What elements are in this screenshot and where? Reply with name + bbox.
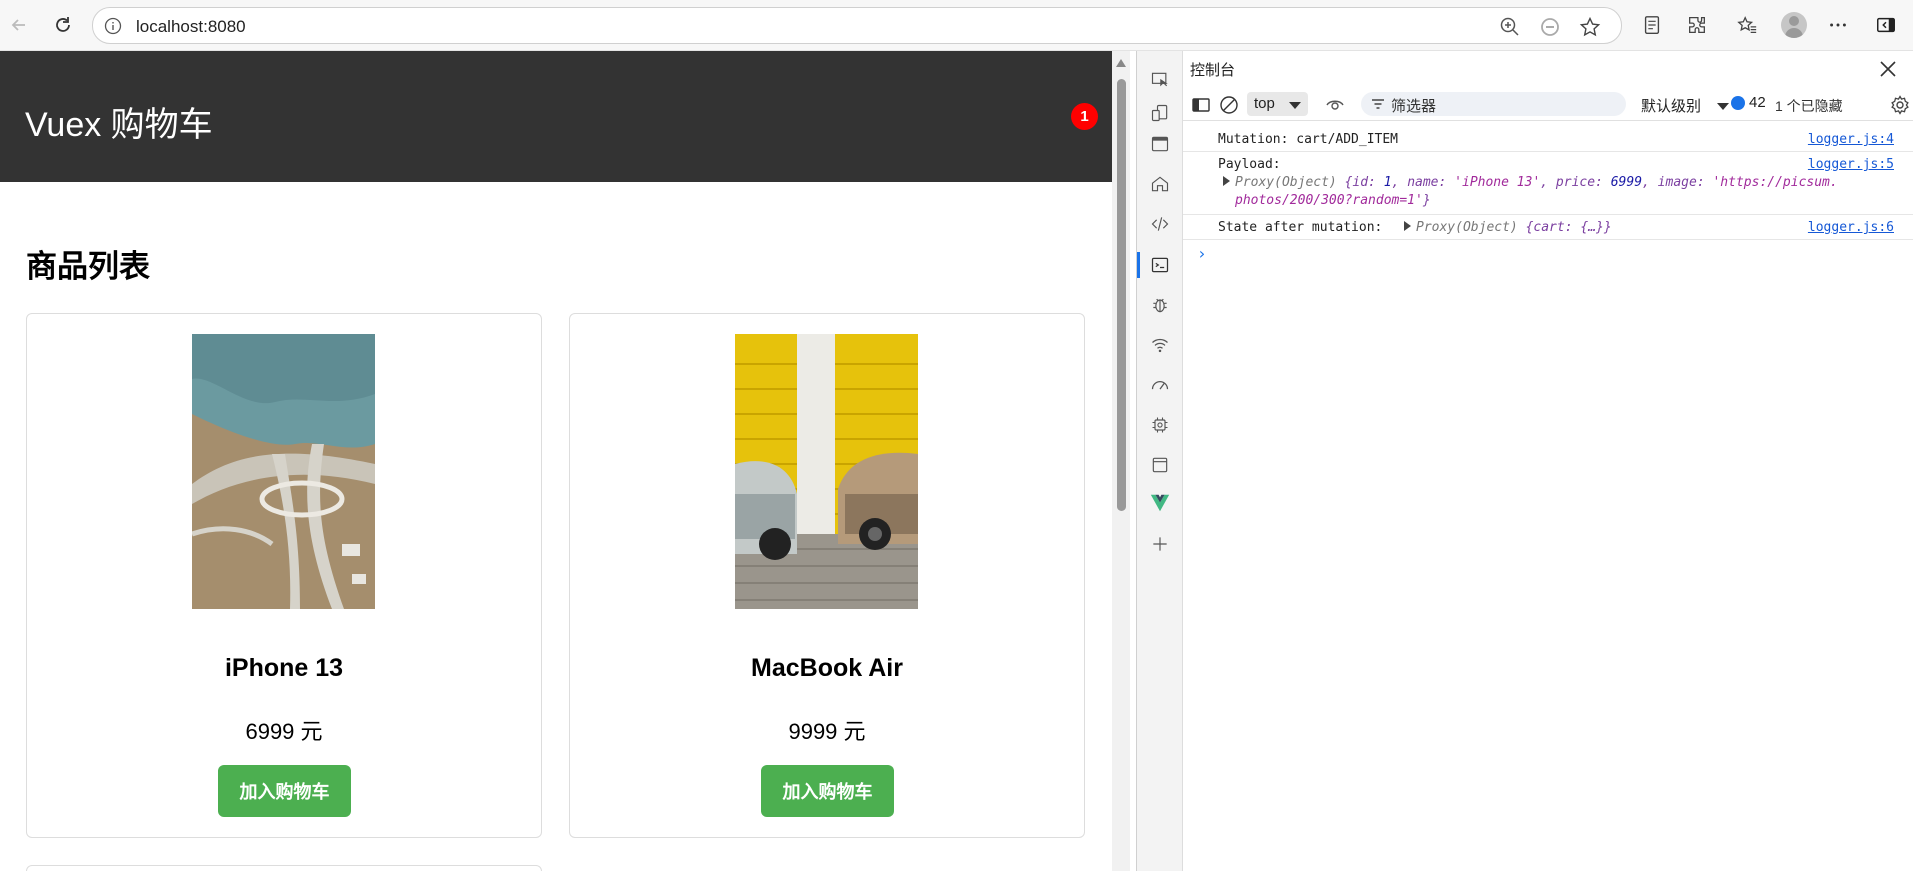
sidebar-toggle-icon[interactable] [1874,13,1898,37]
row-divider [1183,214,1913,215]
memory-chip-icon[interactable] [1148,413,1172,437]
product-card: MacBook Air 9999 元 加入购物车 [569,313,1085,838]
active-tab-indicator [1137,252,1140,278]
payload-image-line2: photos/200/300?random=1' [1235,193,1423,208]
console-toolbar: top 筛选器 默认级别 42 1 个已隐藏 [1183,88,1913,121]
scroll-up-arrow-icon[interactable] [1116,59,1126,67]
filter-icon [1372,99,1384,109]
payload-price: 6999 [1610,175,1643,190]
application-icon[interactable] [1148,453,1172,477]
product-card [26,865,542,871]
proxy-label: Proxy(Object) [1235,175,1337,190]
state-object[interactable]: Proxy(Object) {cart: {…}} [1404,220,1612,235]
network-wifi-icon[interactable] [1148,333,1172,357]
hidden-count[interactable]: 1 个已隐藏 [1775,96,1843,116]
devtools-panel-title: 控制台 [1190,62,1236,79]
product-price: 9999 元 [788,719,866,744]
sidebar-panel-icon[interactable] [1191,95,1211,115]
payload-id: 1 [1383,175,1392,190]
log-message: State after mutation: [1218,220,1383,235]
message-bubble-icon [1731,96,1745,110]
add-to-cart-button[interactable]: 加入购物车 [761,765,894,817]
back-button[interactable] [5,11,33,39]
log-source-link[interactable]: logger.js:6 [1808,220,1894,235]
log-message: Mutation: cart/ADD_ITEM [1218,132,1399,147]
context-select[interactable]: top [1247,92,1308,116]
sources-bug-icon[interactable] [1148,293,1172,317]
device-emulation-icon[interactable] [1148,101,1172,125]
clear-console-icon[interactable] [1219,95,1239,115]
performance-icon[interactable] [1148,373,1172,397]
page-viewport: Vuex 购物车 1 商品列表 iPhone 13 6999 元 加入购物车 M… [0,51,1112,871]
console-output: Mutation: cart/ADD_ITEM logger.js:4 Payl… [1183,122,1913,871]
filter-placeholder: 筛选器 [1391,98,1437,115]
inspect-element-icon[interactable] [1148,68,1172,92]
product-price: 6999 元 [245,719,323,744]
live-expression-eye-icon[interactable] [1325,95,1345,115]
console-prompt[interactable]: › [1197,244,1207,263]
product-image [192,334,375,609]
state-value: {cart: {…}} [1525,220,1612,235]
more-options-icon[interactable] [1826,13,1850,37]
message-count-value: 42 [1749,94,1766,111]
reload-icon [56,17,70,32]
state-proxy-label: Proxy(Object) [1416,220,1518,235]
log-message: Payload: [1218,157,1281,172]
log-source-link[interactable]: logger.js:5 [1808,157,1894,172]
app-header: Vuex 购物车 1 [0,51,1112,182]
payload-name: 'iPhone 13' [1454,175,1541,190]
add-tool-plus-icon[interactable] [1148,532,1172,556]
extensions-icon[interactable] [1685,13,1709,37]
product-card: iPhone 13 6999 元 加入购物车 [26,313,542,838]
product-list-title: 商品列表 [26,249,150,284]
vue-devtools-icon[interactable] [1148,491,1172,515]
context-value: top [1254,95,1275,112]
filter-input[interactable]: 筛选器 [1361,92,1626,116]
welcome-icon[interactable] [1148,132,1172,156]
home-icon[interactable] [1148,172,1172,196]
chevron-down-icon [1289,102,1301,109]
log-level-select[interactable]: 默认级别 [1641,95,1729,116]
chevron-down-icon [1717,103,1729,110]
product-name: MacBook Air [751,654,903,682]
app-title: Vuex 购物车 [25,106,213,144]
console-icon[interactable] [1148,253,1172,277]
expand-triangle-icon[interactable] [1404,221,1411,231]
browser-toolbar: localhost:8080 [0,0,1913,51]
devtools-activity-bar [1137,51,1183,871]
favorites-icon[interactable] [1735,13,1759,37]
row-divider [1183,239,1913,240]
favorite-star-icon[interactable] [1579,16,1601,38]
gear-icon[interactable] [1889,94,1911,116]
row-divider [1183,151,1913,152]
zoom-icon[interactable] [1499,16,1521,38]
product-image [735,334,918,609]
reading-view-icon[interactable] [1640,13,1664,37]
url-text[interactable]: localhost:8080 [136,17,246,37]
log-level-value: 默认级别 [1641,98,1702,115]
log-source-link[interactable]: logger.js:4 [1808,132,1894,147]
cart-count-badge[interactable]: 1 [1071,103,1098,130]
expand-triangle-icon[interactable] [1223,176,1230,186]
payload-image-line1: 'https://picsum. [1712,175,1838,190]
close-icon[interactable] [1878,59,1898,79]
address-bar[interactable]: localhost:8080 [92,7,1622,44]
page-scrollbar[interactable] [1112,51,1130,871]
profile-avatar[interactable] [1781,12,1807,38]
info-icon[interactable] [104,17,122,35]
product-name: iPhone 13 [224,654,344,682]
devtools-panel: 控制台 top 筛选器 默认级别 42 1 个已隐藏 Mutation: car… [1136,51,1913,871]
translate-icon[interactable] [1539,16,1561,38]
arrow-left-icon [11,19,25,31]
elements-icon[interactable] [1148,212,1172,236]
add-to-cart-button[interactable]: 加入购物车 [218,765,351,817]
scrollbar-thumb[interactable] [1117,79,1126,511]
reload-button[interactable] [49,11,77,39]
